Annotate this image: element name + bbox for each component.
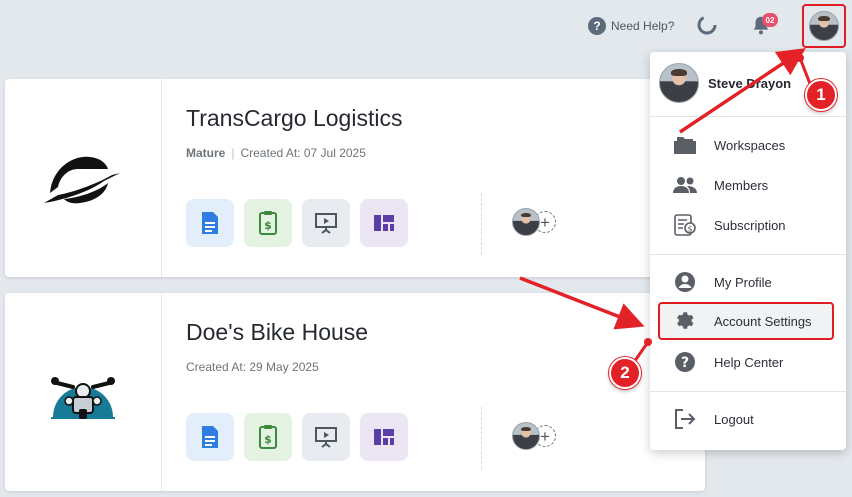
document-tool-button[interactable] [186,199,234,247]
invoice-icon: $ [259,211,277,235]
document-tool-button[interactable] [186,413,234,461]
menu-item-subscription[interactable]: $ Subscription [650,206,846,244]
menu-item-members[interactable]: Members [650,166,846,204]
workspace-created-date: Created At: 29 May 2025 [186,360,319,374]
menu-item-label: My Profile [714,274,772,290]
board-icon [374,429,394,445]
workspace-meta: Mature | Created At: 07 Jul 2025 [186,146,366,160]
workspace-name[interactable]: TransCargo Logistics [186,105,402,132]
menu-item-account-settings[interactable]: Account Settings [658,302,834,340]
workspace-card[interactable]: TransCargo Logistics Mature | Created At… [5,79,705,277]
step-1-badge: 1 [805,79,837,111]
people-icon [673,173,697,197]
gear-icon [673,309,697,333]
workspace-logo [5,293,162,491]
menu-item-my-profile[interactable]: My Profile [650,263,846,301]
invoice-tool-button[interactable]: $ [244,199,292,247]
receipt-icon: $ [673,213,697,237]
menu-item-logout[interactable]: Logout [650,400,846,438]
board-tool-button[interactable] [360,199,408,247]
workspace-stage: Mature [186,146,226,160]
card-divider [481,193,482,255]
menu-divider [650,116,846,117]
svg-text:$: $ [264,219,272,232]
avatar [809,11,839,41]
help-icon: ? [588,17,606,35]
notification-badge: 02 [762,13,778,27]
workspace-tools: $ [186,199,408,247]
invoice-tool-button[interactable]: $ [244,413,292,461]
menu-item-label: Help Center [714,354,784,370]
invoice-icon: $ [259,425,277,449]
menu-item-label: Members [714,177,769,193]
avatar [659,63,699,103]
transcargo-logo-icon [44,156,120,204]
user-menu-dropdown: Steve Drayon Workspaces Members $ Subscr… [650,52,846,450]
help-icon: ? [673,350,697,374]
workspace-created-date: Created At: 07 Jul 2025 [240,146,366,160]
menu-divider [650,254,846,255]
need-help-label: Need Help? [611,19,675,33]
workspace-logo [5,79,162,277]
menu-item-label: Workspaces [714,137,786,153]
menu-divider [650,391,846,392]
svg-text:$: $ [687,225,692,234]
board-icon [374,215,394,231]
top-bar: ? Need Help? 02 [0,0,852,52]
menu-item-label: Logout [714,411,754,427]
motorcycle-logo-icon [51,377,115,419]
presentation-icon [315,427,337,448]
presentation-tool-button[interactable] [302,413,350,461]
meta-separator: | [231,146,235,160]
member-avatar[interactable] [512,208,540,236]
board-tool-button[interactable] [360,413,408,461]
card-divider [481,407,482,469]
menu-item-workspaces[interactable]: Workspaces [650,126,846,164]
document-icon [202,426,218,448]
member-avatar[interactable] [512,422,540,450]
menu-item-label: Account Settings [714,313,812,329]
need-help-link[interactable]: ? Need Help? [588,16,674,36]
user-name: Steve Drayon [708,75,792,91]
person-icon [673,270,697,294]
workspace-name[interactable]: Doe's Bike House [186,319,368,346]
workspace-tools: $ [186,413,408,461]
svg-text:?: ? [681,355,689,371]
workspace-members: + [512,208,556,236]
presentation-icon [315,213,337,234]
sync-button[interactable] [696,14,718,36]
user-avatar-button[interactable] [802,4,846,48]
folder-icon [673,133,697,157]
menu-item-help-center[interactable]: ? Help Center [650,343,846,381]
workspace-card[interactable]: Doe's Bike House Created At: 29 May 2025… [5,293,705,491]
svg-text:$: $ [264,433,272,446]
sync-icon [697,15,717,35]
presentation-tool-button[interactable] [302,199,350,247]
workspace-members: + [512,422,556,450]
step-2-badge: 2 [609,357,641,389]
workspace-meta: Created At: 29 May 2025 [186,360,319,374]
logout-icon [673,407,697,431]
menu-item-label: Subscription [714,217,786,233]
document-icon [202,212,218,234]
